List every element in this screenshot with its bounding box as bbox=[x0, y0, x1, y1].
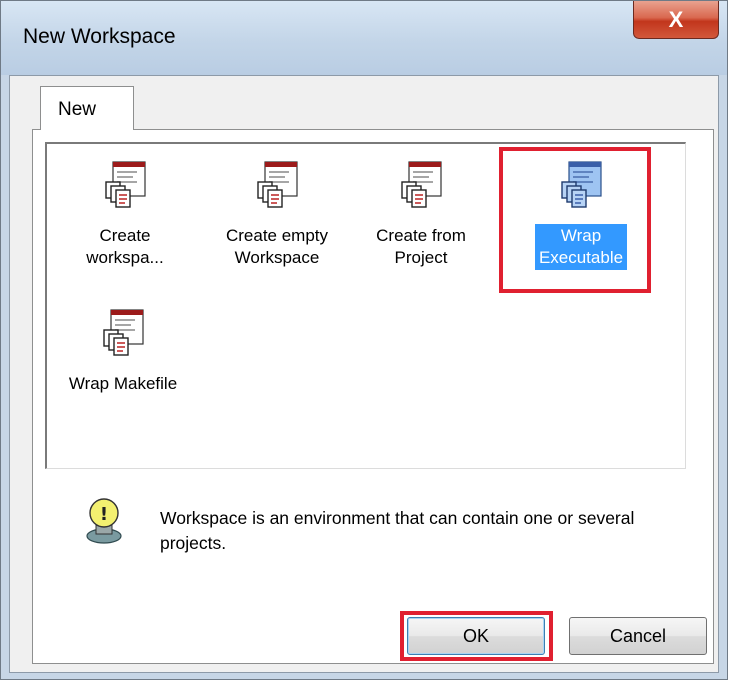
list-item-create-from-project[interactable]: Create from Project bbox=[351, 160, 491, 270]
close-icon: X bbox=[668, 6, 684, 32]
workspace-document-icon bbox=[105, 161, 146, 208]
item-label: Wrap Makefile bbox=[68, 374, 178, 393]
title-bar[interactable]: New Workspace X bbox=[1, 1, 727, 75]
cancel-button[interactable]: Cancel bbox=[569, 617, 707, 655]
close-button[interactable]: X bbox=[633, 1, 719, 39]
highlight-box bbox=[499, 147, 651, 293]
workspace-document-icon bbox=[103, 309, 144, 356]
template-list[interactable]: Create workspa... Create empty Workspace… bbox=[45, 142, 686, 469]
new-workspace-dialog: New Workspace X New Create workspa... Cr… bbox=[0, 0, 728, 680]
workspace-document-icon bbox=[401, 161, 442, 208]
window-title: New Workspace bbox=[23, 25, 176, 48]
item-label: Create empty Workspace bbox=[225, 226, 329, 267]
ok-highlight-box bbox=[400, 611, 553, 661]
tab-new[interactable]: New bbox=[40, 86, 134, 130]
lightbulb-hint-icon: ! bbox=[86, 498, 122, 544]
item-label: Create workspa... bbox=[86, 226, 164, 267]
list-item-create-empty-workspace[interactable]: Create empty Workspace bbox=[207, 160, 347, 270]
list-item-wrap-makefile[interactable]: Wrap Makefile bbox=[53, 308, 193, 396]
workspace-document-icon bbox=[257, 161, 298, 208]
dialog-body: New Create workspa... Create empty Works… bbox=[9, 75, 719, 673]
list-item-create-workspace[interactable]: Create workspa... bbox=[55, 160, 195, 270]
svg-text:!: ! bbox=[100, 504, 108, 525]
info-description: Workspace is an environment that can con… bbox=[160, 508, 635, 553]
item-label: Create from Project bbox=[376, 226, 466, 267]
